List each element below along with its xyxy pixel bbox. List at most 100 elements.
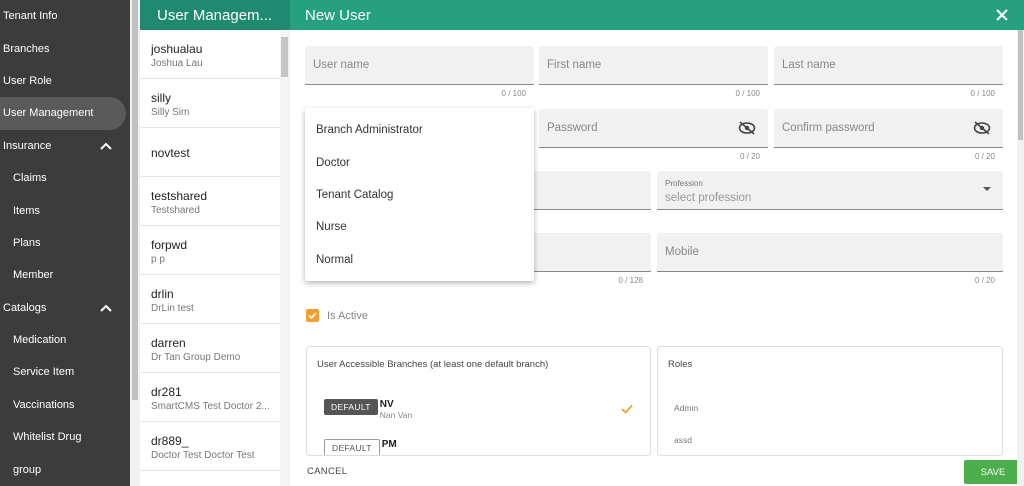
sidebar-item-group[interactable]: group xyxy=(0,453,130,485)
branch-code: PM xyxy=(381,439,397,450)
user-username: novtest xyxy=(151,146,190,160)
sidebar-item-user-role[interactable]: User Role xyxy=(0,65,130,97)
user-list-scrollbar[interactable] xyxy=(280,30,290,486)
sidebar-item-label: Plans xyxy=(13,236,41,249)
user-username: joshualau xyxy=(151,42,203,56)
roles-title: Roles xyxy=(668,359,693,370)
user-username: testshared xyxy=(151,189,208,203)
user-fullname: DrLin test xyxy=(151,303,194,314)
sidebar-item-tenant-info[interactable]: Tenant Info xyxy=(0,0,130,32)
sidebar-item-catalogs[interactable]: Catalogs xyxy=(0,292,130,324)
user-list: joshualau Joshua Lau silly Silly Sim novtest… xyxy=(140,30,290,471)
sidebar-item-label: Claims xyxy=(13,172,47,185)
sidebar-item-plans[interactable]: Plans xyxy=(0,227,130,259)
user-list-item[interactable]: joshualau Joshua Lau xyxy=(140,30,280,79)
eye-off-icon[interactable] xyxy=(973,121,991,135)
dropdown-caret-icon xyxy=(983,187,991,191)
user-list-item[interactable]: novtest xyxy=(140,128,280,177)
cancel-button[interactable]: CANCEL xyxy=(307,466,347,477)
user-list-item[interactable]: testshared Testshared xyxy=(140,177,280,226)
sidebar-item-whitelist-drug[interactable]: Whitelist Drug xyxy=(0,421,130,453)
last-name-placeholder: Last name xyxy=(782,59,836,71)
dropdown-option[interactable]: Nurse xyxy=(305,211,534,243)
user-fullname: Doctor Test Doctor Test xyxy=(151,450,255,461)
user-username: dr281 xyxy=(151,385,182,399)
dropdown-option[interactable]: Tenant Catalog xyxy=(305,179,534,211)
sidebar-item-vaccinations[interactable]: Vaccinations xyxy=(0,389,130,421)
eye-off-icon[interactable] xyxy=(738,121,756,135)
chevron-up-icon[interactable] xyxy=(98,138,114,154)
branch-code: NV xyxy=(379,399,394,410)
password-field[interactable]: Password xyxy=(539,109,768,148)
dropdown-option[interactable]: Branch Administrator xyxy=(305,114,534,146)
user-fullname: Silly Sim xyxy=(151,107,190,118)
mobile-placeholder: Mobile xyxy=(665,246,699,258)
form-title: New User xyxy=(305,6,371,24)
sidebar-item-label: Tenant Info xyxy=(3,10,58,23)
sidebar-item-label: Items xyxy=(13,204,40,217)
sidebar-item-branches[interactable]: Branches xyxy=(0,32,130,64)
user-fullname: Testshared xyxy=(151,205,200,216)
form-scrollbar-thumb[interactable] xyxy=(1018,30,1023,140)
profession-select[interactable]: Profession select profession xyxy=(657,171,1003,210)
user-list-title: User Managem... xyxy=(140,0,290,30)
confirm-password-field[interactable]: Confirm password xyxy=(774,109,1003,148)
sidebar-item-user-management[interactable]: User Management xyxy=(0,97,126,130)
mobile-field[interactable]: Mobile xyxy=(657,233,1003,272)
user-list-item[interactable]: silly Silly Sim xyxy=(140,79,280,128)
sidebar-item-claims[interactable]: Claims xyxy=(0,162,130,194)
last-name-field[interactable]: Last name xyxy=(774,46,1003,85)
sidebar-item-items[interactable]: Items xyxy=(0,194,130,226)
sidebar-item-member[interactable]: Member xyxy=(0,259,130,291)
branches-title: User Accessible Branches (at least one d… xyxy=(317,359,549,370)
user-list-item[interactable]: forpwd p p xyxy=(140,226,280,275)
checkbox-checked-icon[interactable] xyxy=(306,309,319,322)
user-list-item[interactable]: dr889_ Doctor Test Doctor Test xyxy=(140,422,280,471)
sidebar-item-medication[interactable]: Medication xyxy=(0,324,130,356)
chevron-up-icon[interactable] xyxy=(98,300,114,316)
first-name-placeholder: First name xyxy=(547,59,602,71)
dropdown-option[interactable]: Normal xyxy=(305,244,534,276)
role-option[interactable]: Admin xyxy=(674,403,698,413)
form-header: New User xyxy=(290,0,1024,30)
user-username: silly xyxy=(151,91,171,105)
sidebar-item-label: Whitelist Drug xyxy=(13,431,82,444)
confirm-password-counter: 0 / 20 xyxy=(974,152,995,161)
sidebar-item-service-item[interactable]: Service Item xyxy=(0,356,130,388)
user-fullname: Dr Tan Group Demo xyxy=(151,352,241,363)
mobile-counter: 0 / 20 xyxy=(974,276,995,285)
sidebar-item-label: Insurance xyxy=(3,139,52,152)
user-list-scrollbar-thumb[interactable] xyxy=(281,37,288,77)
confirm-password-placeholder: Confirm password xyxy=(782,122,875,134)
username-counter: 0 / 100 xyxy=(501,89,526,98)
user-fullname: p p xyxy=(151,254,165,265)
default-branch-button[interactable]: DEFAULT xyxy=(324,399,378,415)
user-username: dr889_ xyxy=(151,434,189,448)
branch-name: Nan Van xyxy=(379,410,413,420)
sidebar-item-label: Branches xyxy=(3,42,50,55)
is-active-checkbox[interactable]: Is Active xyxy=(306,309,368,322)
user-list-item[interactable]: drlin DrLin test xyxy=(140,275,280,324)
default-branch-button[interactable]: DEFAULT xyxy=(324,439,380,455)
first-name-field[interactable]: First name xyxy=(539,46,768,85)
sidebar-scrollbar-thumb[interactable] xyxy=(132,0,138,400)
user-list-panel: User Managem... joshualau Joshua Lau silly… xyxy=(140,0,290,486)
username-field[interactable]: User name xyxy=(305,46,534,85)
user-fullname: Joshua Lau xyxy=(151,58,203,69)
role-option[interactable]: assd xyxy=(674,435,692,445)
branch-row[interactable]: DEFAULT NV Nan Van xyxy=(324,399,412,420)
sidebar-item-label: Medication xyxy=(13,334,67,347)
save-button[interactable]: SAVE xyxy=(964,460,1022,484)
user-username: darren xyxy=(151,336,186,350)
user-list-item[interactable]: dr281 SmartCMS Test Doctor 2... xyxy=(140,373,280,422)
sidebar-item-label: User Management xyxy=(3,107,94,120)
sidebar-item-insurance[interactable]: Insurance xyxy=(0,130,130,162)
username-placeholder: User name xyxy=(313,59,370,71)
user-list-item[interactable]: darren Dr Tan Group Demo xyxy=(140,324,280,373)
dropdown-option[interactable]: Doctor xyxy=(305,146,534,178)
branch-row[interactable]: DEFAULT PM xyxy=(324,439,397,455)
sidebar-item-label: group xyxy=(13,463,42,476)
profession-placeholder: select profession xyxy=(665,192,752,204)
user-fullname: SmartCMS Test Doctor 2... xyxy=(151,401,270,412)
close-icon[interactable] xyxy=(994,7,1010,23)
